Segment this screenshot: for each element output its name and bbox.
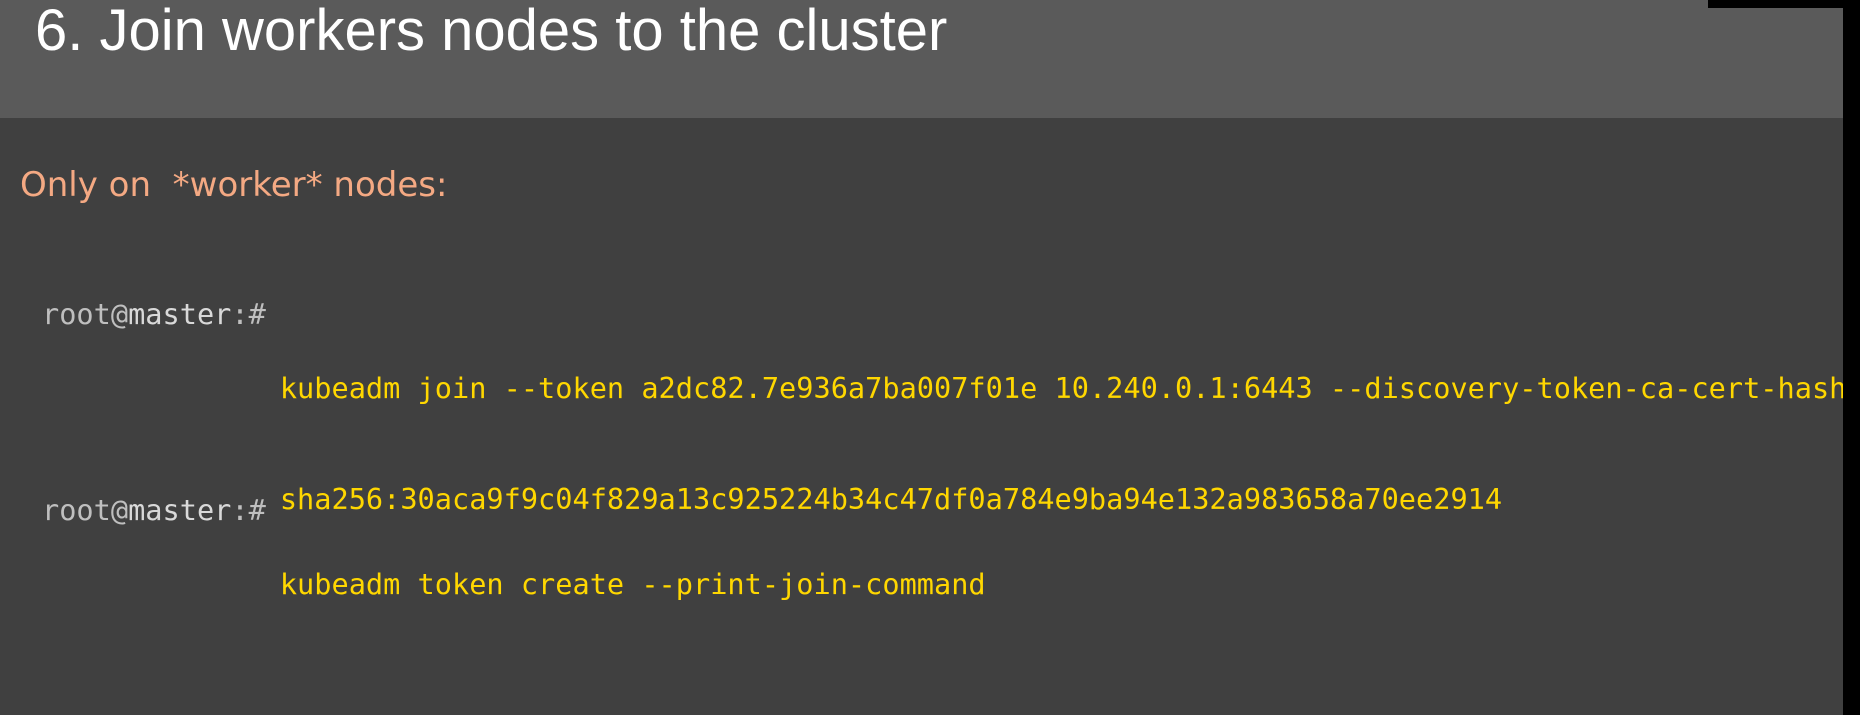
right-edge-strip: [1843, 0, 1860, 715]
top-right-bar: [1708, 0, 1843, 8]
command-block-token-create: root@master:# kubeadm token create --pri…: [42, 492, 986, 677]
prompt-at: @: [110, 493, 129, 527]
command-line: kubeadm join --token a2dc82.7e936a7ba007…: [279, 371, 1843, 405]
prompt-host: master: [128, 493, 232, 527]
subheading: Only on *worker* nodes:: [20, 165, 448, 205]
prompt-host: master: [128, 297, 232, 331]
command-line: kubeadm token create --print-join-comman…: [279, 567, 986, 601]
prompt-at: @: [110, 297, 129, 331]
command-text: kubeadm token create --print-join-comman…: [280, 492, 986, 677]
slide-title: 6. Join workers nodes to the cluster: [35, 0, 948, 63]
shell-prompt: root@master:#: [42, 492, 266, 677]
prompt-suffix: :#: [231, 493, 266, 527]
title-band: 6. Join workers nodes to the cluster: [0, 0, 1843, 118]
prompt-suffix: :#: [231, 297, 266, 331]
prompt-user: root: [42, 297, 111, 331]
prompt-user: root: [42, 493, 111, 527]
slide: 6. Join workers nodes to the cluster Onl…: [0, 0, 1843, 715]
